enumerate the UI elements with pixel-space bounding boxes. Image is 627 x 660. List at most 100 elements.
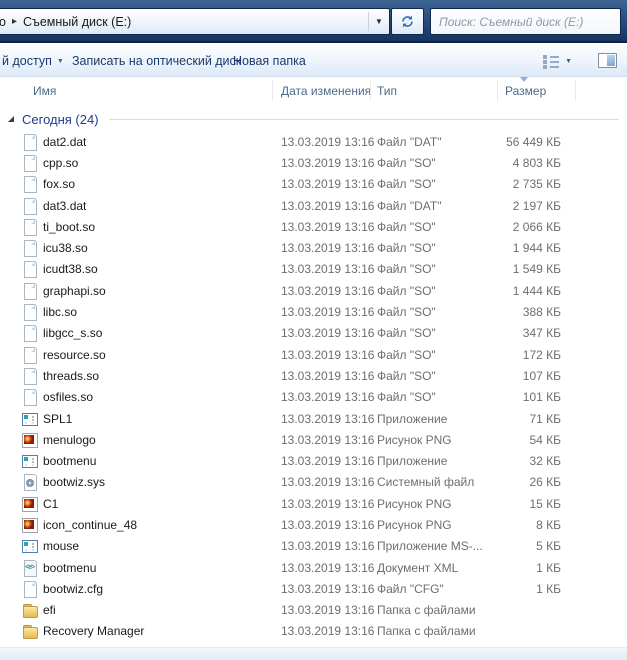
- file-type-icon: [22, 453, 38, 469]
- sort-descending-icon: [520, 77, 528, 82]
- file-type-icon: [22, 432, 38, 448]
- file-date: 13.03.2019 13:16: [281, 368, 375, 383]
- file-type-icon: [22, 197, 38, 215]
- file-name: dat2.dat: [43, 134, 87, 149]
- file-size: 15 КБ: [529, 496, 561, 511]
- column-header-type[interactable]: Тип: [377, 84, 397, 98]
- file-row[interactable]: dat2.dat 13.03.2019 13:16 Файл "DAT" 56 …: [0, 131, 627, 152]
- group-header[interactable]: Сегодня (24): [0, 107, 627, 131]
- file-date: 13.03.2019 13:16: [281, 411, 375, 426]
- preview-pane-button[interactable]: [594, 50, 621, 71]
- file-row[interactable]: mouse 13.03.2019 13:16 Приложение MS-...…: [0, 536, 627, 557]
- file-size: 107 КБ: [522, 368, 561, 383]
- file-name: bootmenu: [43, 560, 97, 575]
- file-name: dat3.dat: [43, 198, 87, 213]
- file-type-icon: [22, 261, 38, 279]
- file-size: 71 КБ: [529, 411, 561, 426]
- file-type: Рисунок PNG: [377, 517, 452, 532]
- file-name: bootwiz.sys: [43, 475, 106, 490]
- file-date: 13.03.2019 13:16: [281, 283, 375, 298]
- column-divider: [575, 81, 576, 101]
- address-history-dropdown[interactable]: ▼: [369, 9, 389, 34]
- file-row[interactable]: libc.so 13.03.2019 13:16 Файл "SO" 388 К…: [0, 301, 627, 322]
- file-row[interactable]: icon_continue_48 13.03.2019 13:16 Рисуно…: [0, 514, 627, 535]
- file-type: Приложение: [377, 454, 448, 469]
- column-header-name[interactable]: Имя: [33, 84, 56, 98]
- file-name: icudt38.so: [43, 262, 98, 277]
- file-size: 2 066 КБ: [512, 219, 561, 234]
- file-type: Файл "SO": [377, 283, 436, 298]
- refresh-button[interactable]: [391, 8, 424, 35]
- file-row[interactable]: resource.so 13.03.2019 13:16 Файл "SO" 1…: [0, 344, 627, 365]
- file-date: 13.03.2019 13:16: [281, 347, 375, 362]
- file-type: Файл "SO": [377, 390, 436, 405]
- file-name: cpp.so: [43, 155, 79, 170]
- file-name: bootwiz.cfg: [43, 581, 104, 596]
- file-date: 13.03.2019 13:16: [281, 390, 375, 405]
- file-type-icon: [22, 411, 38, 427]
- column-header-size[interactable]: Размер: [505, 84, 546, 98]
- file-row[interactable]: menulogo 13.03.2019 13:16 Рисунок PNG 54…: [0, 429, 627, 450]
- file-row[interactable]: threads.so 13.03.2019 13:16 Файл "SO" 10…: [0, 365, 627, 386]
- file-row[interactable]: efi 13.03.2019 13:16 Папка с файлами: [0, 600, 627, 621]
- file-row[interactable]: bootwiz.sys 13.03.2019 13:16 Системный ф…: [0, 472, 627, 493]
- file-row[interactable]: dat3.dat 13.03.2019 13:16 Файл "DAT" 2 1…: [0, 195, 627, 216]
- file-row[interactable]: ti_boot.so 13.03.2019 13:16 Файл "SO" 2 …: [0, 216, 627, 237]
- address-bar[interactable]: о ▸ Съемный диск (E:) ▼: [0, 8, 390, 35]
- share-button[interactable]: й доступ ▼: [0, 45, 70, 76]
- file-row[interactable]: bootmenu 13.03.2019 13:16 Приложение 32 …: [0, 450, 627, 471]
- burn-button-label: Записать на оптический диск: [72, 53, 242, 68]
- file-row[interactable]: C1 13.03.2019 13:16 Рисунок PNG 15 КБ: [0, 493, 627, 514]
- file-type: Системный файл: [377, 475, 475, 490]
- file-row[interactable]: icudt38.so 13.03.2019 13:16 Файл "SO" 1 …: [0, 259, 627, 280]
- file-type: Приложение MS-...: [377, 539, 483, 554]
- file-size: 1 944 КБ: [512, 241, 561, 256]
- file-date: 13.03.2019 13:16: [281, 177, 375, 192]
- file-row[interactable]: bootmenu 13.03.2019 13:16 Документ XML 1…: [0, 557, 627, 578]
- file-type: Файл "DAT": [377, 134, 442, 149]
- file-type: Файл "SO": [377, 241, 436, 256]
- file-size: 1 444 КБ: [512, 283, 561, 298]
- file-type: Файл "SO": [377, 326, 436, 341]
- file-row[interactable]: cpp.so 13.03.2019 13:16 Файл "SO" 4 803 …: [0, 152, 627, 173]
- file-size: 1 КБ: [536, 560, 561, 575]
- file-type-icon: [22, 623, 38, 640]
- file-row[interactable]: fox.so 13.03.2019 13:16 Файл "SO" 2 735 …: [0, 174, 627, 195]
- file-row[interactable]: Recovery Manager 13.03.2019 13:16 Папка …: [0, 621, 627, 642]
- file-type-icon: [22, 389, 38, 407]
- file-size: 4 803 КБ: [512, 155, 561, 170]
- file-row[interactable]: osfiles.so 13.03.2019 13:16 Файл "SO" 10…: [0, 387, 627, 408]
- file-row[interactable]: graphapi.so 13.03.2019 13:16 Файл "SO" 1…: [0, 280, 627, 301]
- file-type-icon: [22, 154, 38, 172]
- column-header-date[interactable]: Дата изменения: [281, 84, 371, 98]
- file-size: 2 735 КБ: [512, 177, 561, 192]
- file-type: Файл "SO": [377, 155, 436, 170]
- file-size: 32 КБ: [529, 454, 561, 469]
- file-name: SPL1: [43, 411, 73, 426]
- group-divider-line: [108, 118, 619, 120]
- file-name: menulogo: [43, 432, 96, 447]
- file-name: ti_boot.so: [43, 219, 96, 234]
- collapse-group-icon[interactable]: [8, 116, 14, 122]
- file-row[interactable]: icu38.so 13.03.2019 13:16 Файл "SO" 1 94…: [0, 237, 627, 258]
- file-name: mouse: [43, 539, 80, 554]
- new-folder-button[interactable]: Новая папка: [227, 45, 312, 76]
- file-name: graphapi.so: [43, 283, 106, 298]
- file-type-icon: [22, 474, 38, 492]
- file-size: 56 449 КБ: [506, 134, 561, 149]
- change-view-button[interactable]: ▼: [538, 51, 576, 71]
- search-input[interactable]: [430, 8, 621, 35]
- breadcrumb-current[interactable]: Съемный диск (E:): [19, 15, 135, 29]
- file-row[interactable]: libgcc_s.so 13.03.2019 13:16 Файл "SO" 3…: [0, 323, 627, 344]
- file-type-icon: [22, 580, 38, 598]
- burn-to-disc-button[interactable]: Записать на оптический диск: [66, 45, 247, 76]
- file-date: 13.03.2019 13:16: [281, 496, 375, 511]
- file-name: osfiles.so: [43, 390, 94, 405]
- file-type: Файл "DAT": [377, 198, 442, 213]
- file-row[interactable]: bootwiz.cfg 13.03.2019 13:16 Файл "CFG" …: [0, 578, 627, 599]
- file-row[interactable]: SPL1 13.03.2019 13:16 Приложение 71 КБ: [0, 408, 627, 429]
- command-toolbar: й доступ ▼ Записать на оптический диск Н…: [0, 45, 627, 77]
- file-name: resource.so: [43, 347, 106, 362]
- breadcrumb-prefix[interactable]: о: [0, 15, 10, 29]
- file-date: 13.03.2019 13:16: [281, 198, 375, 213]
